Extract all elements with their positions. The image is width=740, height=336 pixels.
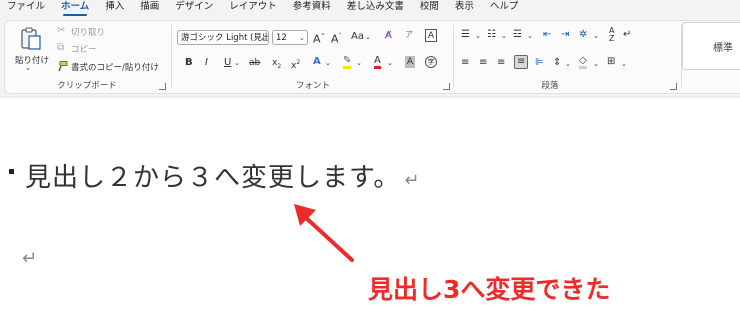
paragraph-launcher-icon[interactable] <box>670 83 677 90</box>
heading-bullet <box>9 169 14 174</box>
phonetic-guide-icon[interactable]: ア <box>405 29 413 41</box>
borders-icon[interactable]: ⊞ <box>607 56 615 68</box>
ribbon: 貼り付け ⌄ ✂ 切り取り ⧉ コピー 書式のコピー/貼り付け クリップボード … <box>0 18 740 96</box>
bullets-icon[interactable]: ☰ <box>461 29 470 41</box>
tab-view[interactable]: 表示 <box>448 0 483 18</box>
chevron-down-icon[interactable]: ⌄ <box>325 57 331 69</box>
font-name-value: 游ゴシック Light (見出 <box>181 33 269 43</box>
increase-indent-icon[interactable]: ⇥ <box>561 29 569 41</box>
style-normal-label: 標準 <box>713 43 733 54</box>
asian-layout-icon[interactable]: ✲ <box>579 29 587 41</box>
ribbon-shadow <box>0 96 740 99</box>
tab-references[interactable]: 参考資料 <box>286 0 340 18</box>
chevron-down-icon[interactable]: ⌄ <box>356 57 362 69</box>
justify-icon[interactable]: ≡ <box>514 55 529 69</box>
chevron-down-icon[interactable]: ⌄ <box>593 58 599 70</box>
font-size-select[interactable]: 12 ⌄ <box>272 30 308 45</box>
multilevel-list-icon[interactable]: ☲ <box>513 29 522 41</box>
tab-home[interactable]: ホーム <box>54 0 98 18</box>
empty-paragraph-mark[interactable]: ↵ <box>22 248 37 269</box>
chevron-down-icon[interactable]: ⌄ <box>565 58 571 70</box>
font-group-label: フォント <box>295 81 330 91</box>
align-left-icon[interactable]: ≡ <box>461 57 469 69</box>
enclosed-character-icon[interactable]: 字 <box>425 56 437 68</box>
font-size-value: 12 <box>276 33 287 43</box>
align-right-icon[interactable]: ≡ <box>497 57 505 69</box>
annotation-text: 見出し3へ変更できた <box>368 275 611 304</box>
strikethrough-icon[interactable]: ab <box>249 57 260 69</box>
heading-content: 見出し２から３へ変更します。 <box>25 163 401 193</box>
sort-icon[interactable]: AZ <box>609 27 614 43</box>
group-divider <box>453 25 454 87</box>
style-normal-preview[interactable]: 標準 <box>682 22 740 70</box>
bold-icon[interactable]: B <box>185 57 193 69</box>
paragraph-group-label: 段落 <box>541 81 559 91</box>
italic-icon[interactable]: I <box>205 57 208 69</box>
chevron-down-icon: ⌄ <box>260 34 266 42</box>
underline-icon[interactable]: U <box>224 57 231 69</box>
copy-button[interactable]: コピー <box>71 43 97 55</box>
font-launcher-icon[interactable] <box>443 83 450 90</box>
change-case-button[interactable]: Aa <box>351 31 364 42</box>
paste-dropdown-icon[interactable]: ⌄ <box>25 64 31 72</box>
character-border-icon[interactable]: A <box>425 29 437 42</box>
tab-insert[interactable]: 挿入 <box>98 0 133 18</box>
paste-icon[interactable] <box>19 26 43 52</box>
subscript-icon[interactable]: x2 <box>272 57 281 73</box>
tab-mailings[interactable]: 差し込み文書 <box>340 0 413 18</box>
show-marks-icon[interactable]: ↵ <box>623 29 631 41</box>
clipboard-launcher-icon[interactable] <box>159 83 166 90</box>
highlight-color-icon[interactable]: ✎ <box>343 56 352 69</box>
chevron-down-icon[interactable]: ⌄ <box>387 57 393 69</box>
paragraph-mark: ↵ <box>404 170 421 191</box>
clear-formatting-icon[interactable]: A̸ <box>385 30 392 42</box>
grow-font-icon[interactable]: A^ <box>313 31 326 46</box>
tab-draw[interactable]: 描画 <box>133 0 168 18</box>
heading-text[interactable]: 見出し２から３へ変更します。 ↵ <box>25 157 421 194</box>
format-painter-icon <box>58 61 68 72</box>
font-name-select[interactable]: 游ゴシック Light (見出 ⌄ <box>177 30 269 45</box>
format-painter-button[interactable]: 書式のコピー/貼り付け <box>71 61 159 73</box>
chevron-down-icon[interactable]: ⌄ <box>234 57 240 69</box>
align-center-icon[interactable]: ≡ <box>479 57 487 69</box>
numbering-icon[interactable]: ☷ <box>487 29 496 41</box>
ribbon-panel: 貼り付け ⌄ ✂ 切り取り ⧉ コピー 書式のコピー/貼り付け クリップボード … <box>4 20 740 94</box>
paragraph-group: ☰ ⌄ ☷ ⌄ ☲ ⌄ ⇤ ⇥ ✲ ⌄ AZ ↵ ≡ ≡ ≡ ≡ ⊫ ⇕ ⌄ ◇… <box>455 21 685 93</box>
shrink-font-icon[interactable]: Aˇ <box>331 31 342 46</box>
chevron-down-icon[interactable]: ⌄ <box>475 30 481 42</box>
chevron-down-icon[interactable]: ⌄ <box>621 58 627 70</box>
annotation-arrow <box>294 204 354 262</box>
tab-layout[interactable]: レイアウト <box>222 0 286 18</box>
superscript-icon[interactable]: x2 <box>291 57 300 72</box>
text-effects-icon[interactable]: A <box>313 56 321 68</box>
tab-design[interactable]: デザイン <box>168 0 222 18</box>
character-shading-icon[interactable]: A <box>405 56 415 68</box>
chevron-down-icon: ⌄ <box>299 34 305 42</box>
chevron-down-icon[interactable]: ⌄ <box>365 31 371 43</box>
tab-file[interactable]: ファイル <box>0 0 54 18</box>
tab-help[interactable]: ヘルプ <box>483 0 528 18</box>
copy-icon: ⧉ <box>57 42 65 53</box>
shading-icon[interactable]: ◇ <box>579 56 587 69</box>
paste-button[interactable]: 貼り付け <box>15 54 49 66</box>
clipboard-group-label: クリップボード <box>57 81 117 91</box>
group-divider <box>171 25 172 87</box>
cut-button[interactable]: 切り取り <box>71 26 105 38</box>
chevron-down-icon[interactable]: ⌄ <box>501 30 507 42</box>
scissors-icon: ✂ <box>57 25 66 36</box>
clipboard-group: 貼り付け ⌄ ✂ 切り取り ⧉ コピー 書式のコピー/貼り付け クリップボード <box>5 21 169 93</box>
font-color-icon[interactable]: A <box>374 56 381 69</box>
distributed-icon[interactable]: ⊫ <box>535 57 544 69</box>
tab-review[interactable]: 校閲 <box>413 0 448 18</box>
font-group: 游ゴシック Light (見出 ⌄ 12 ⌄ A^ Aˇ Aa ⌄ A̸ ア A B… <box>173 21 453 93</box>
chevron-down-icon[interactable]: ⌄ <box>527 30 533 42</box>
decrease-indent-icon[interactable]: ⇤ <box>543 29 551 41</box>
chevron-down-icon[interactable]: ⌄ <box>593 30 599 42</box>
line-spacing-icon[interactable]: ⇕ <box>553 57 561 69</box>
menu-tabs: ファイル ホーム 挿入 描画 デザイン レイアウト 参考資料 差し込み文書 校閲… <box>0 0 740 18</box>
